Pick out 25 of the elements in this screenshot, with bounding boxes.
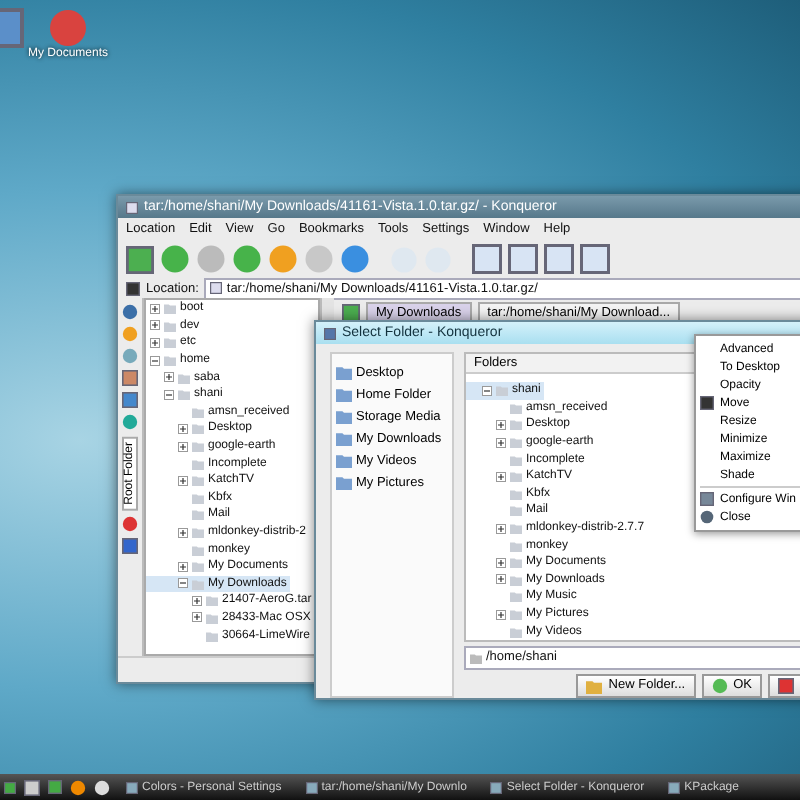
folder-icon bbox=[470, 651, 482, 664]
expand-icon[interactable] bbox=[150, 337, 160, 348]
expand-icon[interactable] bbox=[178, 475, 188, 486]
expand-icon[interactable] bbox=[496, 437, 506, 448]
expand-icon[interactable] bbox=[496, 557, 506, 568]
expand-icon[interactable] bbox=[150, 320, 160, 331]
expand-icon[interactable] bbox=[496, 471, 506, 482]
collapse-icon[interactable] bbox=[150, 355, 160, 366]
expand-icon[interactable] bbox=[192, 612, 202, 623]
expand-icon[interactable] bbox=[178, 527, 188, 538]
expand-icon[interactable] bbox=[496, 523, 506, 534]
expand-icon[interactable] bbox=[178, 441, 188, 452]
expand-icon[interactable] bbox=[164, 372, 174, 383]
expand-icon[interactable] bbox=[496, 419, 506, 430]
expand-icon[interactable] bbox=[192, 595, 202, 606]
collapse-icon[interactable] bbox=[482, 385, 492, 396]
collapse-icon[interactable] bbox=[178, 578, 188, 589]
expand-icon[interactable] bbox=[178, 561, 188, 572]
folder-icon bbox=[586, 677, 603, 694]
collapse-icon[interactable] bbox=[164, 389, 174, 400]
expand-icon[interactable] bbox=[496, 574, 506, 585]
expand-icon[interactable] bbox=[496, 609, 506, 620]
expand-icon[interactable] bbox=[150, 303, 160, 314]
cancel-button[interactable] bbox=[768, 673, 800, 698]
expand-icon[interactable] bbox=[178, 423, 188, 434]
